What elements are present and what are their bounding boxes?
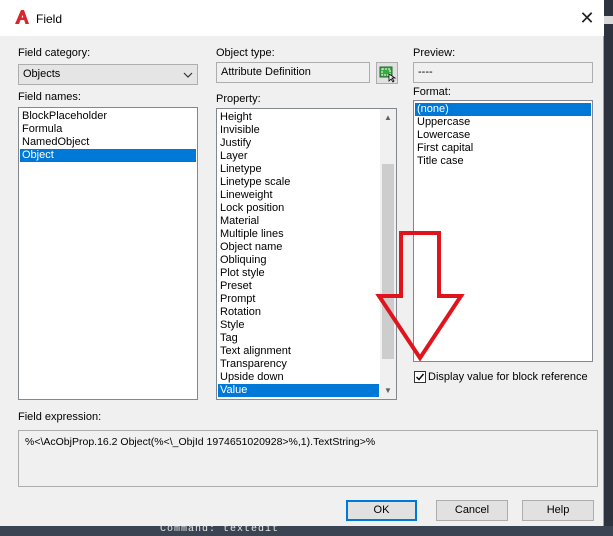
field-names-list[interactable]: BlockPlaceholder Formula NamedObject Obj… xyxy=(18,107,198,400)
field-category-select[interactable]: Objects xyxy=(18,64,198,85)
list-item[interactable]: Obliquing xyxy=(218,254,379,267)
property-list[interactable]: Height Invisible Justify Layer Linetype … xyxy=(216,108,397,400)
list-item[interactable]: Object name xyxy=(218,241,379,254)
select-object-icon xyxy=(379,66,397,83)
window-title: Field xyxy=(36,12,63,26)
property-label: Property: xyxy=(216,93,261,105)
list-item[interactable]: Formula xyxy=(20,123,196,136)
field-names-label: Field names: xyxy=(18,91,81,103)
object-type-field: Attribute Definition xyxy=(216,62,370,83)
list-item[interactable]: Invisible xyxy=(218,124,379,137)
background-window-edge xyxy=(604,0,613,536)
field-category-value: Objects xyxy=(23,68,61,80)
command-line-area xyxy=(0,526,613,536)
ok-button[interactable]: OK xyxy=(346,500,417,521)
preview-field: ---- xyxy=(413,62,593,83)
checkmark-icon xyxy=(416,373,425,381)
list-item[interactable]: Text alignment xyxy=(218,345,379,358)
field-dialog: Field ✕ Field category: Objects Field na… xyxy=(0,0,604,526)
list-item-selected[interactable]: (none) xyxy=(415,103,591,116)
display-block-ref-label[interactable]: Display value for block reference xyxy=(428,371,588,383)
scroll-down-icon[interactable]: ▼ xyxy=(382,385,394,397)
list-item[interactable]: Style xyxy=(218,319,379,332)
list-item[interactable]: Uppercase xyxy=(415,116,591,129)
object-type-label: Object type: xyxy=(216,47,275,59)
preview-value: ---- xyxy=(418,66,433,78)
format-label: Format: xyxy=(413,86,451,98)
list-item[interactable]: Plot style xyxy=(218,267,379,280)
list-item[interactable]: BlockPlaceholder xyxy=(20,110,196,123)
list-item[interactable]: Lock position xyxy=(218,202,379,215)
list-item[interactable]: Linetype scale xyxy=(218,176,379,189)
list-item-selected[interactable]: Object xyxy=(20,149,196,162)
list-item[interactable]: Multiple lines xyxy=(218,228,379,241)
list-item[interactable]: Height xyxy=(218,111,379,124)
list-item[interactable]: Transparency xyxy=(218,358,379,371)
chevron-down-icon xyxy=(183,72,193,78)
list-item[interactable]: Title case xyxy=(415,155,591,168)
close-icon: ✕ xyxy=(579,8,595,28)
annotation-arrow-icon xyxy=(375,231,465,362)
list-item[interactable]: Rotation xyxy=(218,306,379,319)
cancel-button[interactable]: Cancel xyxy=(436,500,508,521)
display-block-ref-checkbox[interactable] xyxy=(414,371,426,383)
preview-label: Preview: xyxy=(413,47,456,59)
help-button[interactable]: Help xyxy=(522,500,594,521)
list-item[interactable]: Linetype xyxy=(218,163,379,176)
list-item-selected[interactable]: Value xyxy=(218,384,379,397)
list-item[interactable]: Justify xyxy=(218,137,379,150)
field-expression-label: Field expression: xyxy=(18,411,102,423)
select-object-button[interactable] xyxy=(376,62,398,84)
list-item[interactable]: NamedObject xyxy=(20,136,196,149)
field-category-label: Field category: xyxy=(18,47,91,59)
list-item[interactable]: Material xyxy=(218,215,379,228)
object-type-value: Attribute Definition xyxy=(221,66,311,78)
close-button[interactable]: ✕ xyxy=(574,6,600,30)
field-expression-value: %<\AcObjProp.16.2 Object(%<\_ObjId 19746… xyxy=(25,436,376,448)
list-item[interactable]: Preset xyxy=(218,280,379,293)
field-expression-box[interactable]: %<\AcObjProp.16.2 Object(%<\_ObjId 19746… xyxy=(18,430,598,487)
list-item[interactable]: First capital xyxy=(415,142,591,155)
list-item[interactable]: Tag xyxy=(218,332,379,345)
scroll-up-icon[interactable]: ▲ xyxy=(382,112,394,124)
list-item[interactable]: Prompt xyxy=(218,293,379,306)
list-item[interactable]: Upside down xyxy=(218,371,379,384)
autocad-logo-icon xyxy=(15,10,29,24)
list-item[interactable]: Lineweight xyxy=(218,189,379,202)
list-item[interactable]: Layer xyxy=(218,150,379,163)
title-bar[interactable]: Field ✕ xyxy=(0,0,604,36)
list-item[interactable]: Lowercase xyxy=(415,129,591,142)
